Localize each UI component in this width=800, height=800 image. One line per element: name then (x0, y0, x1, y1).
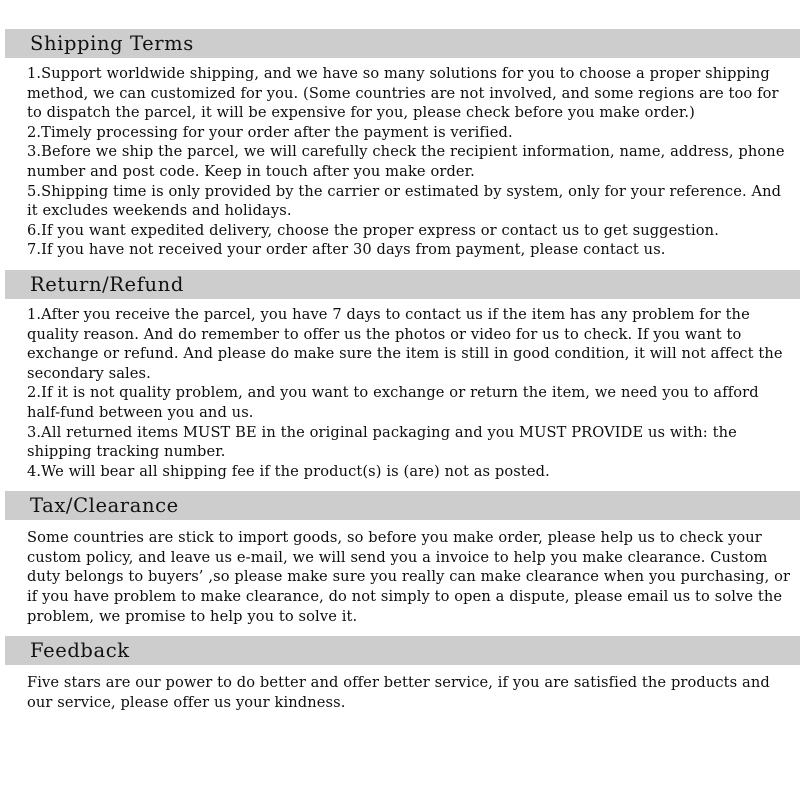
section-body-shipping-terms: 1.Support worldwide shipping, and we hav… (0, 58, 800, 266)
tax-clearance-text: Some countries are stick to import goods… (27, 529, 795, 625)
shipping-terms-text: 1.Support worldwide shipping, and we hav… (27, 65, 785, 259)
section-return-refund: Return/Refund 1.After you receive the pa… (0, 269, 800, 487)
section-body-feedback: Five stars are our power to do better an… (0, 665, 800, 718)
section-header-shipping-terms: Shipping Terms (5, 29, 800, 58)
section-header-feedback: Feedback (5, 636, 800, 666)
return-refund-text: 1.After you receive the parcel, you have… (27, 305, 783, 480)
section-header-tax-clearance: Tax/Clearance (5, 491, 800, 521)
section-tax-clearance: Tax/Clearance Some countries are stick t… (0, 491, 800, 632)
policy-document-page: Shipping Terms 1.Support worldwide shipp… (0, 0, 800, 800)
section-shipping-terms: Shipping Terms 1.Support worldwide shipp… (0, 29, 800, 266)
section-header-return-refund: Return/Refund (5, 269, 800, 299)
section-body-tax-clearance: Some countries are stick to import goods… (0, 520, 800, 632)
section-body-return-refund: 1.After you receive the parcel, you have… (0, 299, 800, 487)
feedback-text: Five stars are our power to do better an… (27, 674, 775, 711)
section-feedback: Feedback Five stars are our power to do … (0, 636, 800, 718)
